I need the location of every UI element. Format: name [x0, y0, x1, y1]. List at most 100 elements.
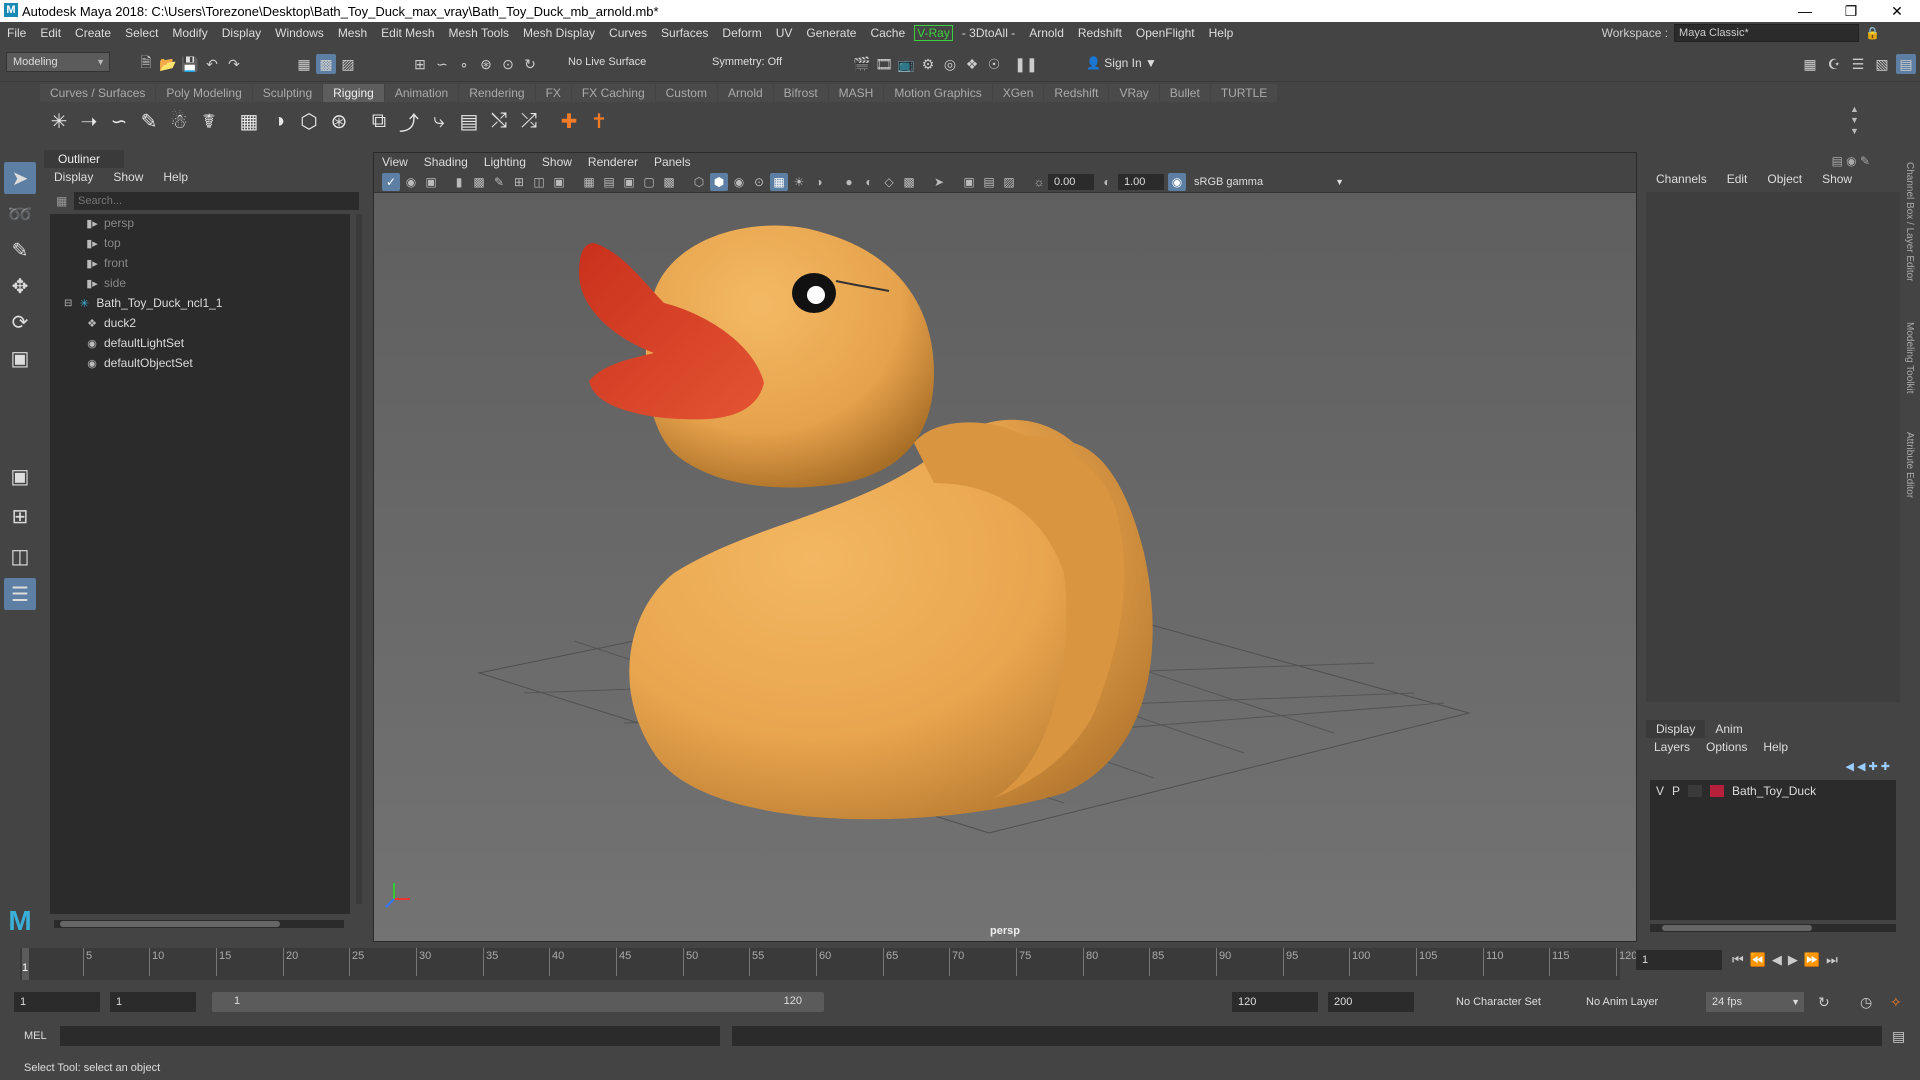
- vp-menu-renderer[interactable]: Renderer: [580, 153, 646, 171]
- viewport-3d-scene[interactable]: persp: [374, 193, 1636, 941]
- command-input[interactable]: [60, 1026, 720, 1046]
- maximize-button[interactable]: ❐: [1828, 0, 1874, 22]
- fps-dropdown[interactable]: 24 fps ▼: [1706, 992, 1804, 1012]
- ambient-occlusion-icon[interactable]: ●: [840, 173, 858, 191]
- menu-curves[interactable]: Curves: [602, 26, 654, 40]
- grid-toggle-icon[interactable]: ⊞: [510, 173, 528, 191]
- ik-spline-icon[interactable]: ∽: [104, 106, 134, 136]
- wrap-icon[interactable]: ⬡: [294, 106, 324, 136]
- tab-mash[interactable]: MASH: [828, 84, 884, 102]
- quick-rig-icon[interactable]: ✎: [134, 106, 164, 136]
- list-item[interactable]: ❖ duck2: [84, 314, 136, 332]
- undo-icon[interactable]: ↶: [202, 54, 222, 74]
- snap-projected-icon[interactable]: ⊛: [476, 54, 496, 74]
- single-perspective-layout-icon[interactable]: ▣: [4, 460, 36, 492]
- ipr-render-icon[interactable]: 📺: [896, 54, 916, 74]
- playback-buttons[interactable]: ⏮⏪◀▶⏩⏭: [1732, 952, 1844, 968]
- tab-rendering[interactable]: Rendering: [459, 84, 535, 102]
- menu-redshift[interactable]: Redshift: [1071, 26, 1129, 40]
- menu-display[interactable]: Display: [215, 26, 268, 40]
- outliner-search-input[interactable]: [74, 192, 359, 210]
- light-editor-icon[interactable]: ☉: [984, 54, 1004, 74]
- color-management-icon[interactable]: ◉: [1168, 173, 1186, 191]
- smooth-shade-icon[interactable]: ⬢: [710, 173, 728, 191]
- script-editor-icon[interactable]: ▤: [1892, 1028, 1905, 1045]
- resolution-gate-icon[interactable]: ▣: [550, 173, 568, 191]
- character-set-dropdown[interactable]: No Character Set: [1456, 996, 1541, 1008]
- vp-menu-view[interactable]: View: [374, 153, 416, 171]
- default-material-icon[interactable]: ◉: [730, 173, 748, 191]
- snap-grid-icon[interactable]: ⊞: [410, 54, 430, 74]
- scroll-thumb[interactable]: [60, 921, 280, 927]
- scale-tool-icon[interactable]: ▣: [4, 342, 36, 374]
- lasso-tool-icon[interactable]: ➿: [4, 198, 36, 230]
- grease-pencil-icon[interactable]: ✎: [490, 173, 508, 191]
- open-scene-icon[interactable]: 📂: [158, 54, 178, 74]
- menu-3dtoall[interactable]: - 3DtoAll -: [955, 26, 1022, 40]
- playback-start-field[interactable]: 1: [110, 992, 196, 1012]
- tab-xgen[interactable]: XGen: [992, 84, 1044, 102]
- layer-hscrollbar[interactable]: [1650, 924, 1896, 932]
- side-tab-modeling-toolkit[interactable]: Modeling Toolkit: [1904, 322, 1915, 394]
- close-button[interactable]: ✕: [1874, 0, 1920, 22]
- make-live-icon[interactable]: ↻: [520, 54, 540, 74]
- gate-mask-icon[interactable]: ▩: [660, 173, 678, 191]
- wireframe-icon[interactable]: ⬡: [690, 173, 708, 191]
- side-tab-channelbox[interactable]: Channel Box / Layer Editor: [1904, 162, 1915, 282]
- anim-preferences-icon[interactable]: ✧: [1890, 994, 1902, 1011]
- symmetry-dropdown[interactable]: Symmetry: Off: [712, 56, 782, 68]
- tab-motion-graphics[interactable]: Motion Graphics: [884, 84, 992, 102]
- render-settings-icon[interactable]: ⚙: [918, 54, 938, 74]
- menu-edit-mesh[interactable]: Edit Mesh: [374, 26, 441, 40]
- menu-arnold[interactable]: Arnold: [1022, 26, 1071, 40]
- sculpt-deformer-icon[interactable]: ⊛: [324, 106, 354, 136]
- shadows-icon[interactable]: ◑: [810, 173, 828, 191]
- safe-title-icon[interactable]: ▢: [640, 173, 658, 191]
- tab-poly-modeling[interactable]: Poly Modeling: [156, 84, 252, 102]
- image-plane-icon[interactable]: ▮: [450, 173, 468, 191]
- range-slider-bar[interactable]: 1 120: [212, 992, 824, 1012]
- menu-edit[interactable]: Edit: [33, 26, 68, 40]
- vp-menu-show[interactable]: Show: [534, 153, 580, 171]
- create-joints-icon[interactable]: ✳: [44, 106, 74, 136]
- anim-layer-dropdown[interactable]: No Anim Layer: [1586, 996, 1658, 1008]
- use-lights-icon[interactable]: ☀: [790, 173, 808, 191]
- motion-blur-icon[interactable]: ◐: [860, 173, 878, 191]
- save-scene-icon[interactable]: 💾: [180, 54, 200, 74]
- channelbox-menu-object[interactable]: Object: [1757, 172, 1812, 186]
- tab-arnold[interactable]: Arnold: [717, 84, 773, 102]
- menu-cache[interactable]: Cache: [863, 26, 912, 40]
- outliner-hscrollbar[interactable]: [54, 920, 344, 928]
- render-sequence-icon[interactable]: 🎞: [874, 54, 894, 74]
- channel-box-toggle-icons[interactable]: ▤ ◉ ✎: [1831, 154, 1870, 168]
- select-object-icon[interactable]: ▩: [316, 54, 336, 74]
- outliner-menu-show[interactable]: Show: [103, 170, 153, 184]
- copy-weights-icon[interactable]: ⤭: [484, 106, 514, 136]
- channelbox-menu-edit[interactable]: Edit: [1717, 172, 1758, 186]
- layer-menu-options[interactable]: Options: [1698, 740, 1755, 754]
- list-item[interactable]: ▮▸ persp: [84, 214, 134, 232]
- two-view-layout-icon[interactable]: ◫: [4, 540, 36, 572]
- menu-generate[interactable]: Generate: [799, 26, 863, 40]
- hypershade-icon[interactable]: ◎: [940, 54, 960, 74]
- vp-menu-lighting[interactable]: Lighting: [476, 153, 534, 171]
- select-component-icon[interactable]: ▨: [338, 54, 358, 74]
- point-constraint-icon[interactable]: ✚: [554, 106, 584, 136]
- channelbox-menu-show[interactable]: Show: [1812, 172, 1862, 186]
- layer-playback-toggle[interactable]: P: [1672, 784, 1680, 798]
- filter-icon[interactable]: ▦: [56, 194, 67, 208]
- tab-turtle[interactable]: TURTLE: [1210, 84, 1278, 102]
- film-gate-icon[interactable]: ◫: [530, 173, 548, 191]
- go-to-bind-pose-icon[interactable]: ⤮: [514, 106, 544, 136]
- mirror-weights-icon[interactable]: ▤: [454, 106, 484, 136]
- snap-view-plane-icon[interactable]: ⊙: [498, 54, 518, 74]
- layer-color-swatch[interactable]: [1710, 785, 1725, 797]
- menuset-dropdown[interactable]: Modeling ▼: [6, 52, 110, 72]
- select-hierarchy-icon[interactable]: ▦: [294, 54, 314, 74]
- 2d-pan-zoom-icon[interactable]: ▩: [470, 173, 488, 191]
- menu-create[interactable]: Create: [68, 26, 118, 40]
- detach-skin-icon[interactable]: ⤷: [424, 106, 454, 136]
- menu-deform[interactable]: Deform: [715, 26, 768, 40]
- side-tab-attribute-editor[interactable]: Attribute Editor: [1904, 432, 1915, 498]
- list-item[interactable]: ⊟ ✳ Bath_Toy_Duck_ncl1_1: [64, 294, 222, 312]
